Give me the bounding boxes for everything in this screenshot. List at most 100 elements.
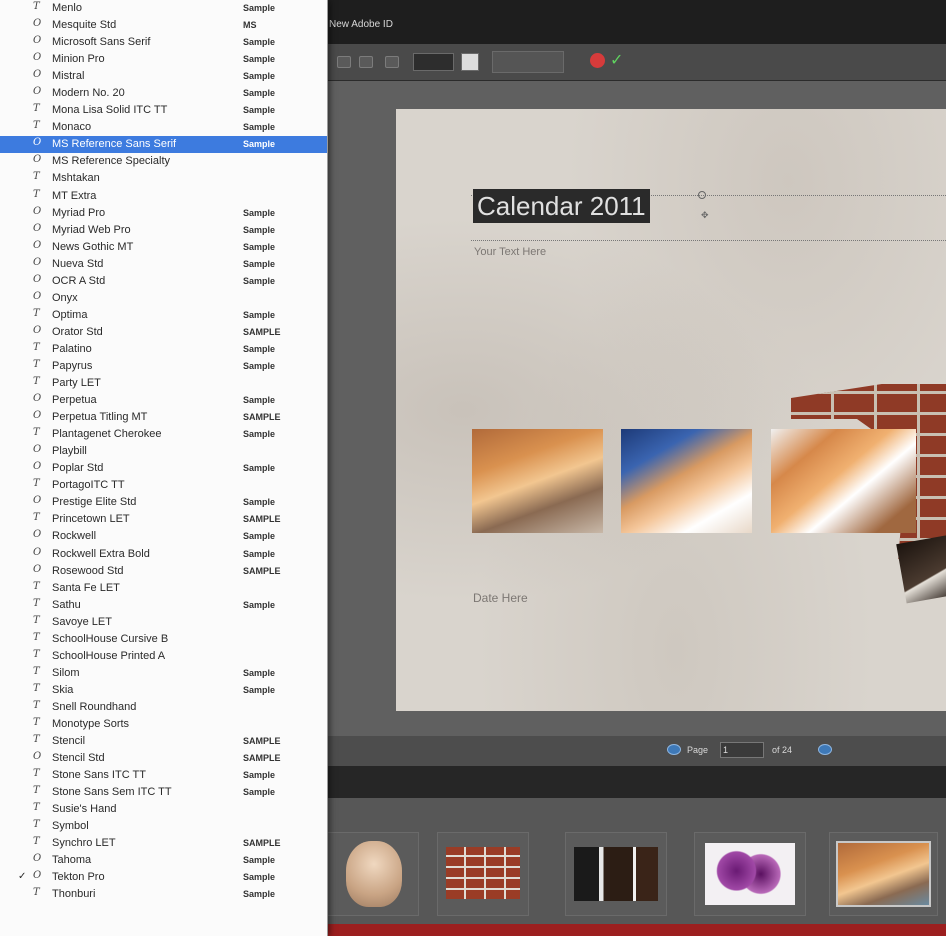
- font-menu-item[interactable]: T Palatino Sample: [0, 341, 327, 358]
- font-name: Symbol: [52, 820, 89, 833]
- font-menu-item[interactable]: O Modern No. 20 Sample: [0, 85, 327, 102]
- font-menu-item[interactable]: O Perpetua Sample: [0, 392, 327, 409]
- font-menu-item[interactable]: T Savoye LET: [0, 614, 327, 631]
- font-menu-item[interactable]: T Susie's Hand: [0, 801, 327, 818]
- bin-item-cat-photo[interactable]: [829, 832, 938, 916]
- font-menu-item[interactable]: O Nueva Std Sample: [0, 256, 327, 273]
- font-menu-item[interactable]: O MS Reference Specialty: [0, 153, 327, 170]
- font-menu-item[interactable]: T Skia Sample: [0, 682, 327, 699]
- boots-graphic[interactable]: [896, 534, 946, 604]
- calendar-title-text[interactable]: Calendar 2011: [473, 189, 650, 223]
- font-menu-item[interactable]: T Papyrus Sample: [0, 358, 327, 375]
- calendar-page-canvas[interactable]: ✥ Calendar 2011 Your Text Here Date Here: [396, 109, 946, 711]
- font-name: Sathu: [52, 598, 81, 611]
- font-menu-item[interactable]: O MS Reference Sans Serif Sample: [0, 136, 327, 154]
- font-menu-item[interactable]: T Stencil SAMPLE: [0, 733, 327, 750]
- font-menu-item[interactable]: O Rockwell Sample: [0, 528, 327, 545]
- font-menu-item[interactable]: T Silom Sample: [0, 665, 327, 682]
- truetype-icon: T: [33, 188, 40, 200]
- font-menu-item[interactable]: O Stencil Std SAMPLE: [0, 750, 327, 767]
- font-menu-item[interactable]: O Onyx: [0, 290, 327, 307]
- font-size-field[interactable]: [413, 53, 454, 71]
- font-menu-item[interactable]: T Snell Roundhand: [0, 699, 327, 716]
- font-sample: Sample: [243, 122, 276, 133]
- font-menu-item[interactable]: T Menlo Sample: [0, 0, 327, 17]
- truetype-icon: T: [33, 802, 40, 814]
- commit-edit-button[interactable]: ✓: [610, 50, 623, 70]
- font-menu-item[interactable]: T Sathu Sample: [0, 597, 327, 614]
- font-name: Susie's Hand: [52, 803, 117, 816]
- opentype-icon: O: [33, 222, 42, 234]
- font-menu-item[interactable]: T Stone Sans ITC TT Sample: [0, 767, 327, 784]
- hearts-thumbnail: [705, 843, 795, 905]
- move-handle-icon[interactable]: ✥: [701, 210, 709, 221]
- font-menu-item[interactable]: T Mona Lisa Solid ITC TT Sample: [0, 102, 327, 119]
- font-menu-item[interactable]: O Minion Pro Sample: [0, 51, 327, 68]
- font-menu-item[interactable]: T Plantagenet Cherokee Sample: [0, 426, 327, 443]
- font-menu-item[interactable]: O Microsoft Sans Serif Sample: [0, 34, 327, 51]
- font-menu-item[interactable]: O Myriad Web Pro Sample: [0, 222, 327, 239]
- text-box-handle[interactable]: [698, 191, 706, 199]
- font-menu-item[interactable]: O Mesquite Std MS: [0, 17, 327, 34]
- truetype-icon: T: [33, 768, 40, 780]
- previous-page-button[interactable]: [667, 744, 681, 755]
- font-menu-item[interactable]: O News Gothic MT Sample: [0, 239, 327, 256]
- bold-button[interactable]: [337, 56, 351, 68]
- font-menu-item[interactable]: O Mistral Sample: [0, 68, 327, 85]
- font-name: Myriad Pro: [52, 206, 106, 219]
- font-menu-item[interactable]: T Princetown LET SAMPLE: [0, 511, 327, 528]
- cat-photo-3[interactable]: [771, 429, 916, 533]
- font-menu-item[interactable]: O Rockwell Extra Bold Sample: [0, 546, 327, 563]
- font-menu-item[interactable]: T Santa Fe LET: [0, 580, 327, 597]
- font-menu[interactable]: T Menlo Sample O Mesquite Std MS O Microsoft Sa…: [0, 0, 328, 936]
- bin-item-boots[interactable]: [565, 832, 667, 916]
- cat-photo-2[interactable]: [621, 429, 752, 533]
- font-name: Modern No. 20: [52, 87, 125, 100]
- font-menu-item[interactable]: T Stone Sans Sem ITC TT Sample: [0, 784, 327, 801]
- font-name: Palatino: [52, 342, 92, 355]
- font-menu-item[interactable]: O Tahoma Sample: [0, 852, 327, 869]
- font-name: Santa Fe LET: [52, 581, 120, 594]
- font-menu-item[interactable]: T SchoolHouse Cursive B: [0, 631, 327, 648]
- text-color-swatch[interactable]: [461, 53, 479, 71]
- font-menu-item[interactable]: O Orator Std SAMPLE: [0, 324, 327, 341]
- bin-item-teddy-bear[interactable]: [327, 832, 419, 916]
- alignment-group[interactable]: [492, 51, 564, 73]
- font-menu-item[interactable]: T Monotype Sorts: [0, 716, 327, 733]
- underline-button[interactable]: [385, 56, 399, 68]
- font-menu-item[interactable]: O OCR A Std Sample: [0, 273, 327, 290]
- font-name: Menlo: [52, 2, 82, 14]
- font-menu-item[interactable]: T SchoolHouse Printed A: [0, 648, 327, 665]
- bin-item-bricks[interactable]: [437, 832, 529, 916]
- font-menu-item[interactable]: T Optima Sample: [0, 307, 327, 324]
- truetype-icon: T: [33, 103, 40, 115]
- truetype-icon: T: [33, 819, 40, 831]
- date-placeholder-text[interactable]: Date Here: [473, 591, 528, 605]
- bin-item-hearts[interactable]: [694, 832, 806, 916]
- cancel-edit-button[interactable]: [590, 53, 605, 68]
- style-button[interactable]: [359, 56, 373, 68]
- font-menu-item[interactable]: O Playbill: [0, 443, 327, 460]
- font-menu-item[interactable]: T Thonburi Sample: [0, 886, 327, 903]
- font-sample: SAMPLE: [243, 326, 281, 337]
- font-menu-item[interactable]: O Perpetua Titling MT SAMPLE: [0, 409, 327, 426]
- font-name: Tahoma: [52, 854, 92, 867]
- font-menu-item[interactable]: O Myriad Pro Sample: [0, 205, 327, 222]
- font-menu-item[interactable]: T Party LET: [0, 375, 327, 392]
- cat-photo-1[interactable]: [472, 429, 603, 533]
- font-menu-item[interactable]: T MT Extra: [0, 188, 327, 205]
- font-menu-item[interactable]: O Rosewood Std SAMPLE: [0, 563, 327, 580]
- font-menu-item[interactable]: ✓ O Tekton Pro Sample: [0, 869, 327, 886]
- font-menu-item[interactable]: T Monaco Sample: [0, 119, 327, 136]
- opentype-icon: O: [33, 273, 42, 285]
- font-menu-item[interactable]: T PortagoITC TT: [0, 477, 327, 494]
- truetype-icon: T: [33, 580, 40, 592]
- subtitle-text[interactable]: Your Text Here: [474, 246, 546, 258]
- page-number-input[interactable]: [720, 742, 764, 758]
- next-page-button[interactable]: [818, 744, 832, 755]
- font-menu-item[interactable]: T Synchro LET SAMPLE: [0, 835, 327, 852]
- font-menu-item[interactable]: T Symbol: [0, 818, 327, 835]
- font-menu-item[interactable]: O Poplar Std Sample: [0, 460, 327, 477]
- font-menu-item[interactable]: T Mshtakan: [0, 170, 327, 187]
- font-menu-item[interactable]: O Prestige Elite Std Sample: [0, 494, 327, 511]
